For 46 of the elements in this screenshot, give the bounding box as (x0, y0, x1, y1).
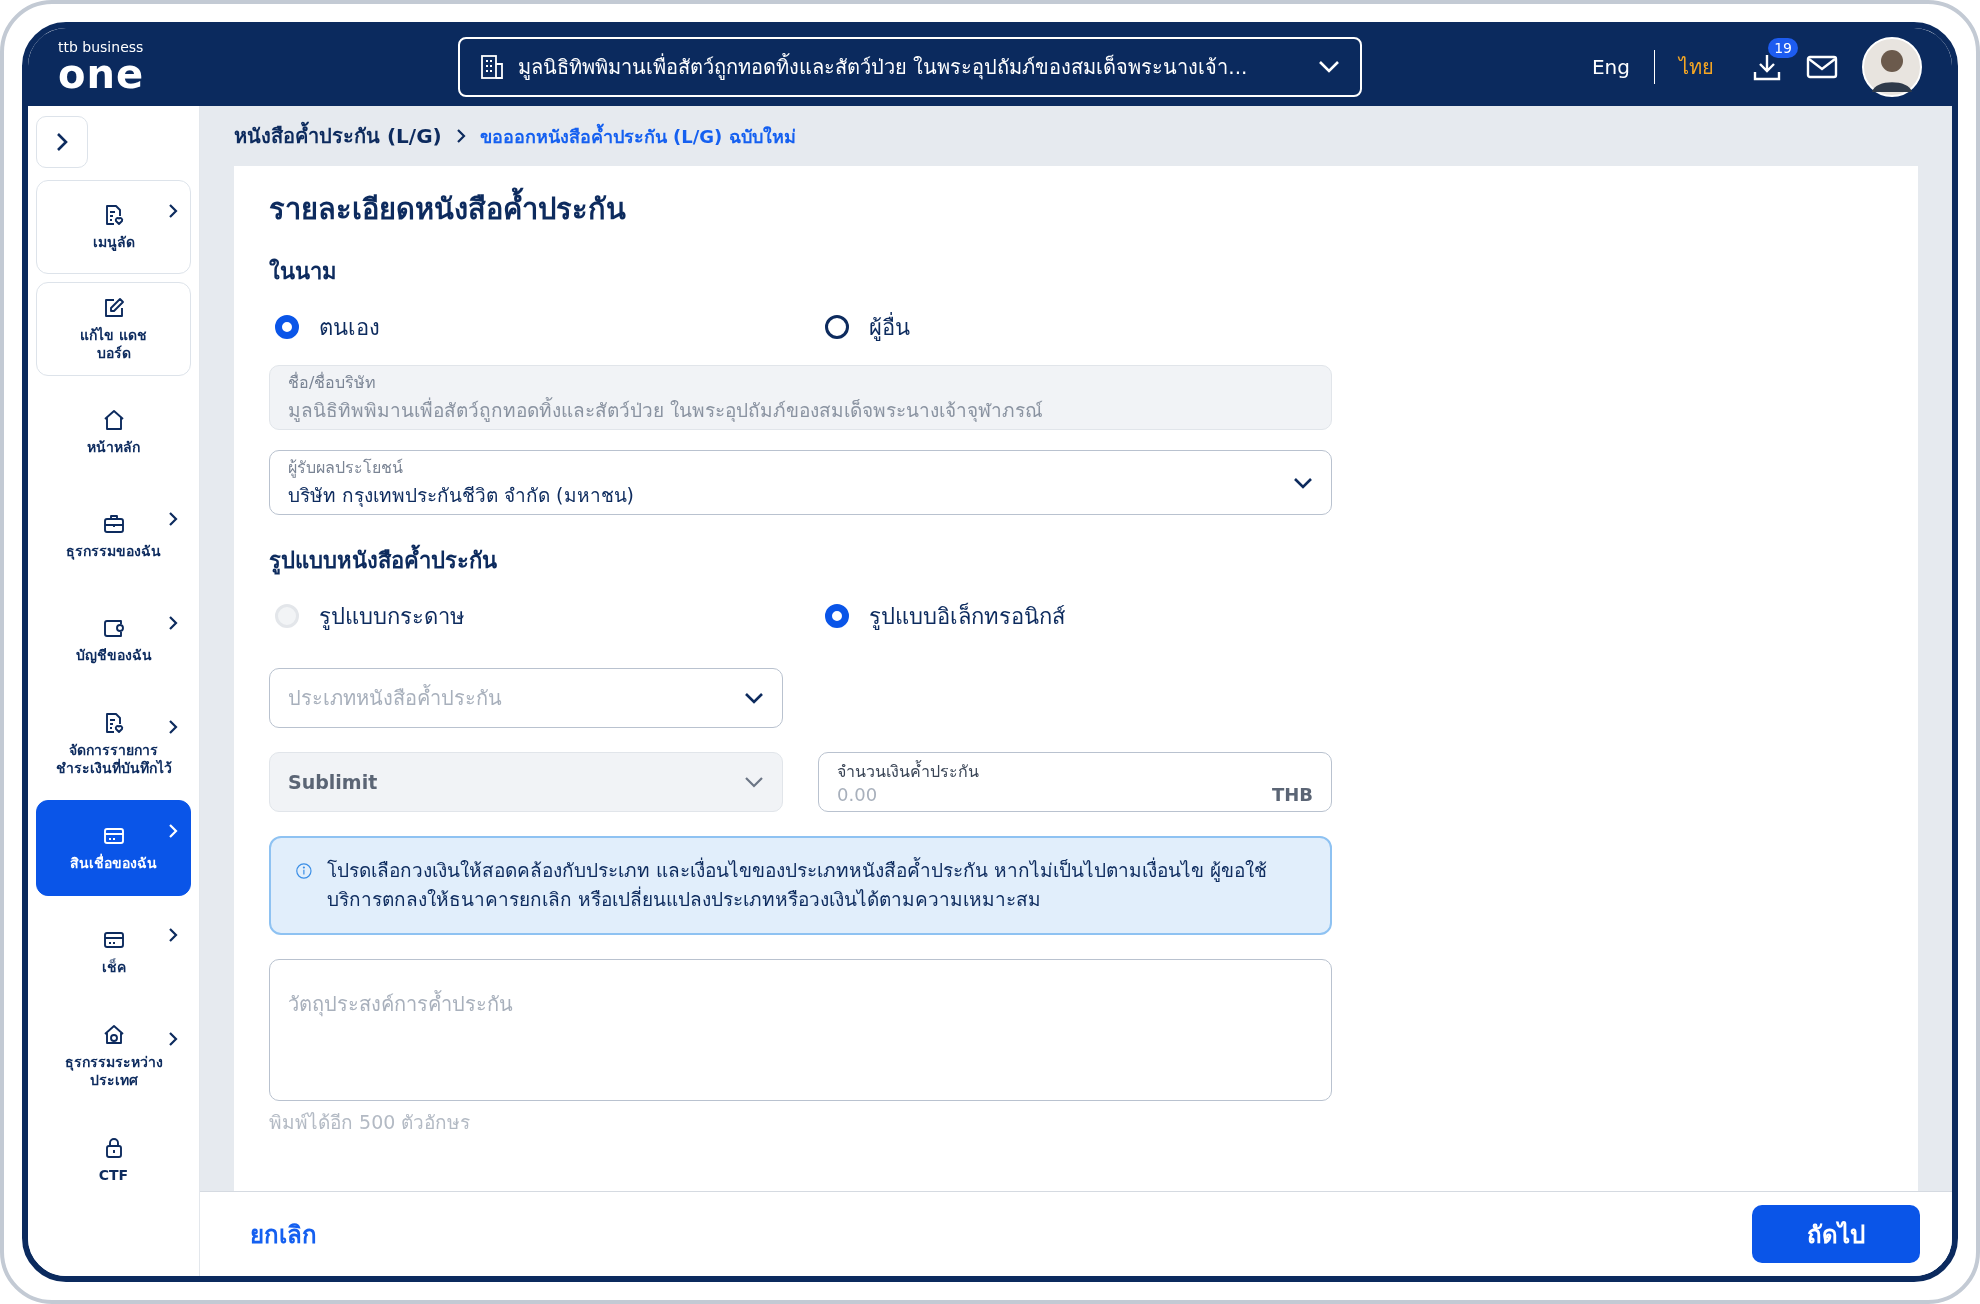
next-button[interactable]: ถัดไป (1752, 1205, 1920, 1263)
radio-label: รูปแบบกระดาษ (319, 602, 465, 632)
company-select[interactable]: มูลนิธิทิพพิมานเพื่อสัตว์ถูกทอดทิ้งและสัตว์ป่วย ในพระอุปถัมภ์ของสมเด็จพระนางเจ้า... (458, 37, 1362, 97)
logo[interactable]: ttb business one (58, 40, 158, 94)
section-heading: รูปแบบหนังสือค้ำประกัน (269, 543, 1883, 578)
mail-icon[interactable] (1806, 55, 1838, 79)
beneficiary-select[interactable]: ผู้รับผลประโยชน์ บริษัท กรุงเทพประกันชีวิต จำกัด (มหาชน) (269, 450, 1332, 515)
sidebar-item[interactable]: CTF (36, 1112, 191, 1208)
sidebar-item[interactable]: ธุรกรรมของฉัน (36, 488, 191, 584)
radio-button[interactable] (275, 315, 299, 339)
character-count: พิมพ์ได้อีก 500 ตัวอักษร (269, 1109, 472, 1135)
sidebar-item[interactable]: บัญชีของฉัน (36, 592, 191, 688)
sidebar-item[interactable]: สินเชื่อของฉัน (36, 800, 191, 896)
avatar[interactable] (1862, 37, 1922, 97)
radio-button[interactable] (825, 604, 849, 628)
notification-badge: 19 (1768, 38, 1798, 58)
sidebar-item[interactable]: ธุรกรรมระหว่างประเทศ (36, 1008, 191, 1104)
chevron-down-icon (744, 692, 764, 704)
chevron-down-icon (744, 776, 764, 788)
radio-option[interactable]: รูปแบบอิเล็กทรอนิกส์ (819, 598, 1319, 634)
form-title: รายละเอียดหนังสือค้ำประกัน (269, 186, 1883, 232)
radio-label: ตนเอง (319, 313, 380, 342)
radio-label: รูปแบบอิเล็กทรอนิกส์ (869, 601, 1065, 632)
breadcrumb-link[interactable]: ขอออกหนังสือค้ำประกัน (L/G) ฉบับใหม่ (479, 121, 796, 151)
radio-label: ผู้อื่น (869, 311, 910, 343)
download-icon[interactable] (1752, 52, 1782, 82)
chevron-down-icon (1293, 476, 1313, 489)
sidebar-item[interactable]: จัดการรายการชำระเงินที่บันทึกไว้ (36, 696, 191, 792)
building-icon (480, 54, 504, 80)
section-heading: ในนาม (269, 257, 338, 286)
cancel-button[interactable]: ยกเลิก (246, 1210, 321, 1258)
radio-button[interactable] (825, 315, 849, 339)
chevron-right-icon (455, 128, 466, 144)
language-option[interactable]: ไทย (1679, 51, 1714, 83)
sidebar-item[interactable]: หน้าหลัก (36, 384, 191, 480)
radio-option[interactable]: ผู้อื่น (819, 309, 1319, 345)
language-option[interactable]: Eng (1592, 55, 1630, 79)
sidebar-item[interactable]: แก้ไข แดชบอร์ด (36, 282, 191, 376)
chevron-right-icon (55, 131, 69, 153)
chevron-down-icon (1318, 60, 1340, 74)
sidebar-item[interactable]: เมนูลัด (36, 180, 191, 274)
sidebar-item[interactable]: เช็ค (36, 904, 191, 1000)
breadcrumb-link[interactable]: หนังสือค้ำประกัน (L/G) (234, 120, 442, 152)
info-message: โปรดเลือกวงเงินให้สอดคล้องกับประเภท และเงื่อนไขของประเภทหนังสือค้ำประกัน หากไม่เป็นไปตามเงื่อนไข ผู้ขอใช้บริการตกลงให้ธนาคารยกเลิก หรือเปลี่ยนแปลงประเภทหรือวงเงินได้ตามความเหมาะสม (326, 856, 1268, 913)
amount-field[interactable]: จำนวนเงินค้ำประกัน 0.00 THB (818, 752, 1332, 812)
radio-option[interactable]: ตนเอง (269, 309, 819, 345)
